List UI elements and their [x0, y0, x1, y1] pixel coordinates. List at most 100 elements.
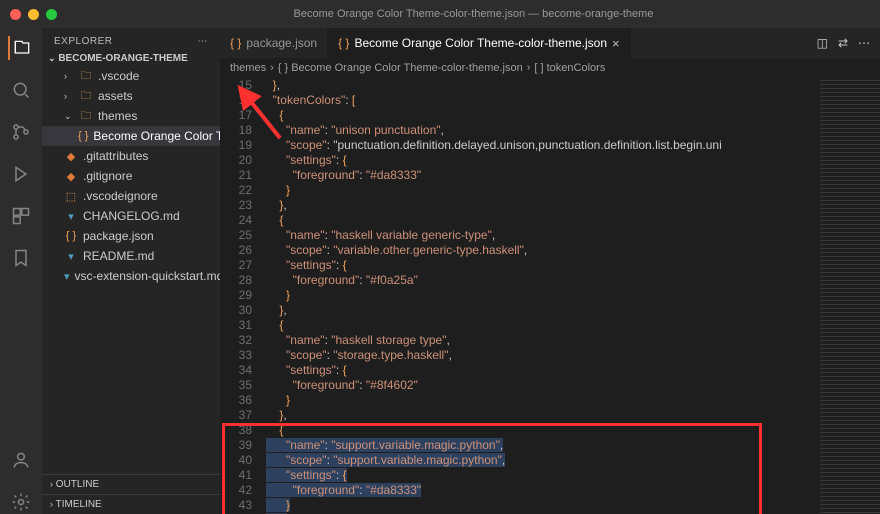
- settings-gear-icon[interactable]: [9, 490, 33, 514]
- more-icon[interactable]: ⋯: [858, 36, 870, 50]
- breadcrumb-part[interactable]: { } Become Orange Color Theme-color-them…: [278, 62, 523, 74]
- code-line[interactable]: "scope": "storage.type.haskell",: [266, 348, 820, 363]
- code-line[interactable]: }: [266, 393, 820, 408]
- folder-item[interactable]: ›🗀.vscode: [42, 66, 220, 86]
- md-file-icon: ▾: [64, 269, 70, 283]
- line-number: 30: [220, 303, 252, 318]
- tab-bar: { }package.json{ }Become Orange Color Th…: [220, 28, 880, 58]
- code-editor[interactable]: 1516171819202122232425262728293031323334…: [220, 78, 880, 514]
- file-item[interactable]: { }Become Orange Color Them...: [42, 126, 220, 146]
- code-line[interactable]: "scope": "punctuation.definition.delayed…: [266, 138, 820, 153]
- tree-item-label: vsc-extension-quickstart.md: [75, 269, 220, 283]
- timeline-label: TIMELINE: [56, 499, 102, 510]
- breadcrumb[interactable]: themes›{ } Become Orange Color Theme-col…: [220, 58, 880, 78]
- sidebar-header: EXPLORER ⋯: [42, 28, 220, 51]
- line-number: 43: [220, 498, 252, 513]
- line-number: 25: [220, 228, 252, 243]
- vscode-file-icon: ⬚: [64, 189, 78, 203]
- chevron-down-icon: ⌄: [48, 53, 56, 63]
- bookmark-icon[interactable]: [9, 246, 33, 270]
- line-number: 28: [220, 273, 252, 288]
- code-line[interactable]: },: [266, 303, 820, 318]
- file-item[interactable]: ⬚ .vscodeignore: [42, 186, 220, 206]
- accounts-icon[interactable]: [9, 448, 33, 472]
- sidebar: EXPLORER ⋯ ⌄ BECOME-ORANGE-THEME ›🗀.vsco…: [42, 28, 220, 514]
- tree-item-label: .gitattributes: [83, 149, 148, 163]
- activity-bar: [0, 28, 42, 514]
- close-icon[interactable]: ×: [612, 36, 620, 51]
- file-item[interactable]: ▾ CHANGELOG.md: [42, 206, 220, 226]
- breadcrumb-part[interactable]: [ ] tokenColors: [534, 62, 605, 74]
- tree-item-label: .vscodeignore: [83, 189, 158, 203]
- code-line[interactable]: },: [266, 408, 820, 423]
- code-line[interactable]: "foreground": "#da8333": [266, 168, 820, 183]
- code-line[interactable]: "foreground": "#8f4602": [266, 378, 820, 393]
- code-line[interactable]: "scope": "support.variable.magic.python"…: [266, 453, 820, 468]
- line-number: 20: [220, 153, 252, 168]
- line-number: 26: [220, 243, 252, 258]
- code-line[interactable]: "tokenColors": [: [266, 93, 820, 108]
- source-control-icon[interactable]: [9, 120, 33, 144]
- file-item[interactable]: ▾ vsc-extension-quickstart.md: [42, 266, 220, 286]
- file-item[interactable]: ◆.gitattributes: [42, 146, 220, 166]
- file-item[interactable]: ▾ README.md: [42, 246, 220, 266]
- code-line[interactable]: "settings": {: [266, 153, 820, 168]
- line-number-gutter: 1516171819202122232425262728293031323334…: [220, 78, 266, 514]
- editor-tab[interactable]: { }package.json: [220, 28, 328, 58]
- editor-tab[interactable]: { }Become Orange Color Theme-color-theme…: [328, 28, 631, 58]
- extensions-icon[interactable]: [9, 204, 33, 228]
- line-number: 27: [220, 258, 252, 273]
- code-line[interactable]: {: [266, 213, 820, 228]
- code-line[interactable]: "name": "unison punctuation",: [266, 123, 820, 138]
- code-line[interactable]: {: [266, 108, 820, 123]
- file-tree: ›🗀.vscode›🗀assets⌄🗀themes{ }Become Orang…: [42, 66, 220, 474]
- code-line[interactable]: "name": "haskell variable generic-type",: [266, 228, 820, 243]
- code-line[interactable]: }: [266, 288, 820, 303]
- line-number: 42: [220, 483, 252, 498]
- code-line[interactable]: },: [266, 78, 820, 93]
- code-line[interactable]: }: [266, 498, 820, 513]
- code-line[interactable]: "name": "support.variable.magic.python",: [266, 438, 820, 453]
- code-content[interactable]: }, "tokenColors": [ { "name": "unison pu…: [266, 78, 820, 514]
- line-number: 29: [220, 288, 252, 303]
- window-title: Become Orange Color Theme-color-theme.js…: [77, 8, 870, 20]
- folder-item[interactable]: ›🗀assets: [42, 86, 220, 106]
- code-line[interactable]: },: [266, 198, 820, 213]
- code-line[interactable]: "settings": {: [266, 363, 820, 378]
- tree-item-label: assets: [98, 89, 133, 103]
- minimap[interactable]: [820, 78, 880, 514]
- tree-item-label: CHANGELOG.md: [83, 209, 180, 223]
- code-line[interactable]: "scope": "variable.other.generic-type.ha…: [266, 243, 820, 258]
- code-line[interactable]: "settings": {: [266, 468, 820, 483]
- outline-section[interactable]: › OUTLINE: [42, 474, 220, 494]
- run-debug-icon[interactable]: [9, 162, 33, 186]
- titlebar: Become Orange Color Theme-color-theme.js…: [0, 0, 880, 28]
- code-line[interactable]: {: [266, 423, 820, 438]
- project-header[interactable]: ⌄ BECOME-ORANGE-THEME: [42, 51, 220, 66]
- minimize-window-button[interactable]: [28, 9, 39, 20]
- code-line[interactable]: "name": "haskell storage type",: [266, 333, 820, 348]
- folder-item[interactable]: ⌄🗀themes: [42, 106, 220, 126]
- md-file-icon: ▾: [64, 209, 78, 223]
- timeline-section[interactable]: › TIMELINE: [42, 494, 220, 514]
- maximize-window-button[interactable]: [46, 9, 57, 20]
- explorer-icon[interactable]: [8, 36, 32, 60]
- code-line[interactable]: {: [266, 318, 820, 333]
- compare-icon[interactable]: ⇄: [838, 36, 848, 50]
- split-editor-icon[interactable]: ◫: [817, 36, 828, 50]
- code-line[interactable]: "settings": {: [266, 258, 820, 273]
- code-line[interactable]: }: [266, 183, 820, 198]
- file-item[interactable]: { }package.json: [42, 226, 220, 246]
- search-icon[interactable]: [9, 78, 33, 102]
- md-file-icon: ▾: [64, 249, 78, 263]
- more-icon[interactable]: ⋯: [198, 36, 209, 47]
- breadcrumb-part[interactable]: themes: [230, 62, 266, 74]
- tree-item-label: Become Orange Color Them...: [93, 129, 220, 143]
- code-line[interactable]: "foreground": "#f0a25a": [266, 273, 820, 288]
- file-item[interactable]: ◆.gitignore: [42, 166, 220, 186]
- close-window-button[interactable]: [10, 9, 21, 20]
- tree-item-label: README.md: [83, 249, 154, 263]
- folder-icon: 🗀: [79, 89, 93, 103]
- code-line[interactable]: "foreground": "#da8333": [266, 483, 820, 498]
- json-file-icon: { }: [338, 36, 349, 50]
